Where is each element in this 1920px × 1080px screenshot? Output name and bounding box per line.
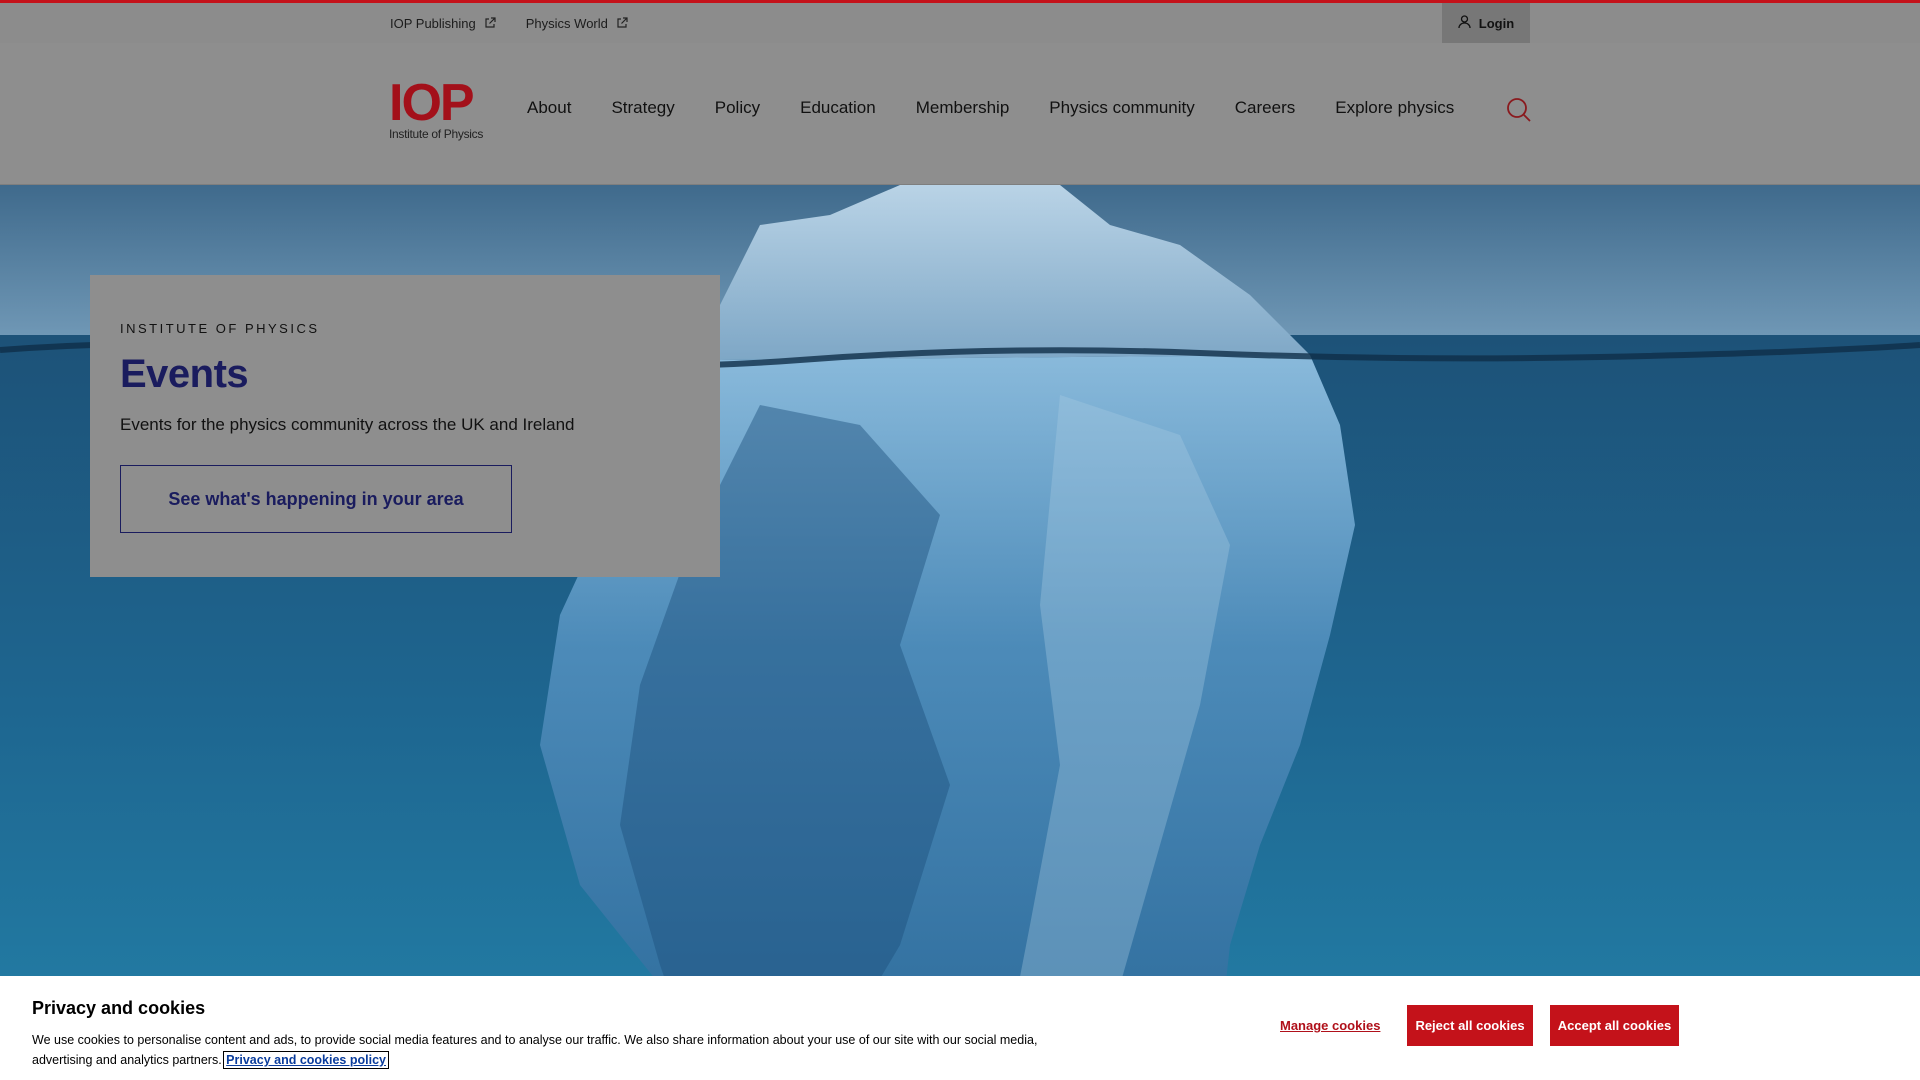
hero-description: Events for the physics community across … <box>120 415 575 434</box>
user-icon <box>1458 14 1471 32</box>
iop-publishing-link[interactable]: IOP Publishing <box>390 16 496 31</box>
physics-world-link[interactable]: Physics World <box>526 16 628 31</box>
utility-bar: IOP Publishing Physics World Login <box>0 0 1920 43</box>
reject-all-cookies-button[interactable]: Reject all cookies <box>1407 1005 1533 1046</box>
page-title: Events <box>120 352 249 396</box>
hero-card: INSTITUTE OF PHYSICS Events Events for t… <box>90 275 720 577</box>
search-button[interactable] <box>1506 97 1532 123</box>
login-button[interactable]: Login <box>1442 3 1530 43</box>
nav-policy[interactable]: Policy <box>715 98 760 118</box>
nav-about[interactable]: About <box>527 98 571 118</box>
privacy-policy-link[interactable]: Privacy and cookies policy <box>223 1051 389 1069</box>
logo-subtitle: Institute of Physics <box>389 127 484 141</box>
cookie-text: We use cookies to personalise content an… <box>32 1030 1072 1070</box>
nav-careers[interactable]: Careers <box>1235 98 1295 118</box>
nav-membership[interactable]: Membership <box>916 98 1010 118</box>
hero-eyebrow: INSTITUTE OF PHYSICS <box>120 321 320 336</box>
main-nav: About Strategy Policy Education Membersh… <box>527 98 1494 118</box>
logo-mark: IOP <box>389 74 475 132</box>
search-icon <box>1507 98 1531 122</box>
cookie-description: We use cookies to personalise content an… <box>32 1033 1038 1067</box>
physics-world-label: Physics World <box>525 15 608 31</box>
login-label: Login <box>1478 15 1515 31</box>
nav-explore-physics[interactable]: Explore physics <box>1335 98 1454 118</box>
utility-links: IOP Publishing Physics World <box>390 3 628 43</box>
main-header: IOP Institute of Physics About Strategy … <box>0 43 1920 185</box>
iop-logo[interactable]: IOP Institute of Physics <box>389 74 489 142</box>
accept-all-cookies-button[interactable]: Accept all cookies <box>1550 1005 1679 1046</box>
nav-physics-community[interactable]: Physics community <box>1049 98 1194 118</box>
external-link-icon <box>616 17 628 29</box>
nav-education[interactable]: Education <box>800 98 876 118</box>
external-link-icon <box>484 17 496 29</box>
manage-cookies-link[interactable]: Manage cookies <box>1280 1018 1380 1033</box>
cookie-banner: Privacy and cookies We use cookies to pe… <box>0 976 1920 1080</box>
iop-publishing-label: IOP Publishing <box>390 15 476 31</box>
see-whats-happening-button[interactable]: See what's happening in your area <box>120 465 512 533</box>
hero-banner: INSTITUTE OF PHYSICS Events Events for t… <box>0 185 1920 1080</box>
nav-strategy[interactable]: Strategy <box>611 98 674 118</box>
cookie-title: Privacy and cookies <box>32 998 206 1018</box>
